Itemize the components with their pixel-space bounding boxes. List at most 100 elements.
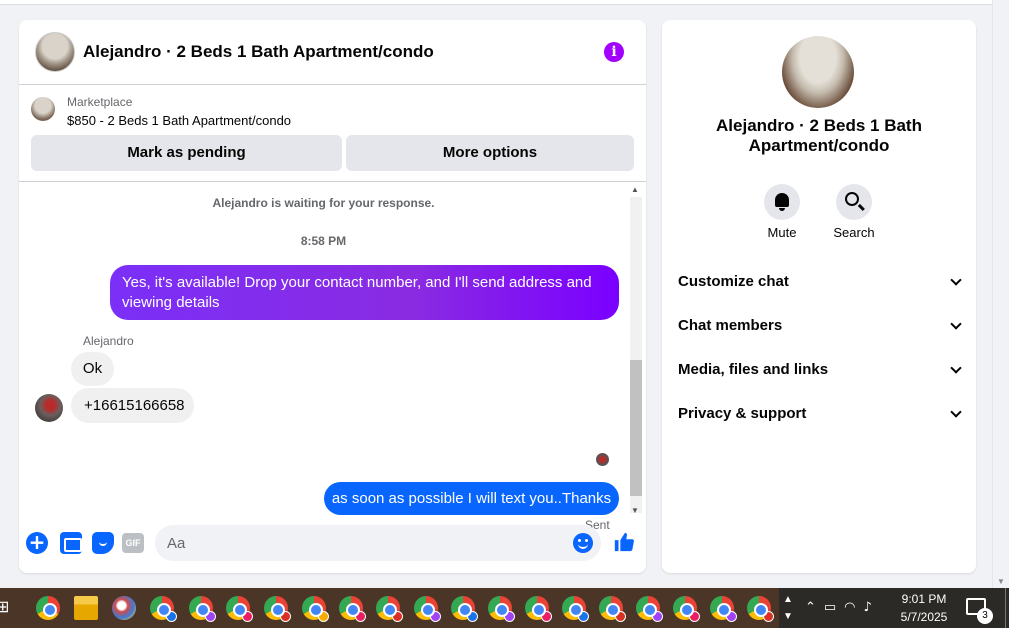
sender-avatar[interactable] bbox=[35, 394, 63, 422]
message-list: Alejandro is waiting for your response. … bbox=[19, 182, 628, 532]
message-input-wrapper bbox=[155, 525, 601, 561]
outgoing-message[interactable]: Yes, it's available! Drop your contact n… bbox=[110, 265, 619, 320]
profile-badge-icon bbox=[318, 611, 329, 622]
chrome-profile-icon[interactable] bbox=[226, 596, 253, 622]
chrome-profile-icon[interactable] bbox=[451, 596, 478, 622]
emoji-icon[interactable] bbox=[573, 533, 593, 553]
plus-icon[interactable]: + bbox=[26, 532, 48, 554]
chrome-profile-icon[interactable] bbox=[488, 596, 515, 622]
marketplace-banner: Marketplace $850 - 2 Beds 1 Bath Apartme… bbox=[19, 85, 646, 182]
contact-avatar[interactable] bbox=[35, 32, 75, 72]
chrome-profile-icon[interactable] bbox=[562, 596, 589, 622]
listing-thumbnail[interactable] bbox=[31, 97, 55, 121]
notification-count-badge: 3 bbox=[977, 608, 993, 624]
privacy-support-section[interactable]: Privacy & support bbox=[678, 402, 962, 426]
profile-badge-icon bbox=[280, 611, 291, 622]
chrome-profile-icon[interactable] bbox=[525, 596, 552, 622]
windows-taskbar: ⊞ ▲ ▼ ⌃▭◠♪ 9:01 PM 5/7/2025 3 bbox=[0, 588, 1009, 628]
section-label: Chat members bbox=[678, 317, 783, 334]
show-desktop-button[interactable] bbox=[1005, 588, 1009, 628]
chat-members-section[interactable]: Chat members bbox=[678, 314, 962, 338]
profile-badge-icon bbox=[541, 611, 552, 622]
photo-icon[interactable] bbox=[60, 532, 82, 554]
chrome-profile-icon[interactable] bbox=[710, 596, 737, 622]
customize-chat-section[interactable]: Customize chat bbox=[678, 270, 962, 294]
outgoing-message[interactable]: as soon as possible I will text you..Tha… bbox=[324, 482, 619, 515]
taskbar-scroll-arrows-icon[interactable]: ▲ ▼ bbox=[783, 591, 793, 625]
scroll-down-arrow-icon[interactable]: ▼ bbox=[631, 506, 639, 515]
chrome-profile-icon[interactable] bbox=[414, 596, 441, 622]
incoming-message[interactable]: +16615166658 bbox=[71, 388, 194, 423]
page-scrollbar[interactable]: ▼ bbox=[992, 0, 1009, 588]
message-scrollbar[interactable]: ▲ ▼ bbox=[628, 185, 642, 515]
profile-badge-icon bbox=[355, 611, 366, 622]
conversation-info-panel: Alejandro · 2 Beds 1 Bath Apartment/cond… bbox=[662, 20, 976, 573]
chat-title[interactable]: Alejandro · 2 Beds 1 Bath Apartment/cond… bbox=[83, 42, 434, 62]
chevron-down-icon bbox=[950, 318, 962, 330]
chrome-profile-icon[interactable] bbox=[599, 596, 626, 622]
mark-as-pending-button[interactable]: Mark as pending bbox=[31, 135, 342, 171]
profile-badge-icon bbox=[689, 611, 700, 622]
section-label: Privacy & support bbox=[678, 405, 807, 422]
scroll-down-arrow-icon[interactable]: ▼ bbox=[997, 577, 1005, 586]
system-tray: ▲ ▼ ⌃▭◠♪ 9:01 PM 5/7/2025 3 bbox=[779, 588, 1009, 628]
chrome-profile-icon[interactable] bbox=[636, 596, 663, 622]
read-receipt-avatar bbox=[596, 453, 609, 466]
profile-badge-icon bbox=[652, 611, 663, 622]
info-icon[interactable]: i bbox=[604, 42, 624, 62]
sticker-icon[interactable] bbox=[92, 532, 114, 554]
chrome-profile-icon[interactable] bbox=[150, 596, 177, 622]
chrome-profile-icon[interactable] bbox=[189, 596, 216, 622]
section-label: Customize chat bbox=[678, 273, 789, 290]
listing-title[interactable]: $850 - 2 Beds 1 Bath Apartment/condo bbox=[67, 113, 291, 128]
section-label: Media, files and links bbox=[678, 361, 829, 378]
chrome-profile-icon[interactable] bbox=[339, 596, 366, 622]
chrome-profile-icon[interactable] bbox=[302, 596, 329, 622]
scroll-up-arrow-icon[interactable]: ▲ bbox=[631, 185, 639, 194]
profile-avatar[interactable] bbox=[782, 36, 854, 108]
profile-badge-icon bbox=[467, 611, 478, 622]
profile-badge-icon bbox=[578, 611, 589, 622]
message-input[interactable] bbox=[155, 525, 535, 561]
chrome-profile-icon[interactable] bbox=[376, 596, 403, 622]
profile-badge-icon bbox=[242, 611, 253, 622]
more-options-button[interactable]: More options bbox=[346, 135, 634, 171]
gif-icon[interactable]: GIF bbox=[122, 533, 144, 553]
chrome-profile-icon[interactable] bbox=[673, 596, 700, 622]
clock-time[interactable]: 9:01 PM bbox=[889, 592, 959, 606]
profile-badge-icon bbox=[430, 611, 441, 622]
clock-date[interactable]: 5/7/2025 bbox=[889, 610, 959, 624]
paint-icon[interactable] bbox=[112, 596, 136, 620]
chevron-down-icon bbox=[950, 274, 962, 286]
profile-badge-icon bbox=[392, 611, 403, 622]
bell-icon bbox=[775, 193, 789, 211]
chrome-icon[interactable] bbox=[36, 596, 60, 620]
profile-badge-icon bbox=[504, 611, 515, 622]
tray-icons[interactable]: ⌃▭◠♪ bbox=[805, 600, 880, 615]
sender-name: Alejandro bbox=[83, 334, 134, 348]
waiting-notice: Alejandro is waiting for your response. bbox=[212, 196, 435, 210]
mute-label: Mute bbox=[767, 225, 797, 240]
chrome-profile-icon[interactable] bbox=[747, 596, 774, 622]
chrome-profile-icon[interactable] bbox=[264, 596, 291, 622]
profile-name: Alejandro · 2 Beds 1 Bath Apartment/cond… bbox=[716, 116, 922, 155]
file-explorer-icon[interactable] bbox=[74, 596, 98, 620]
media-files-links-section[interactable]: Media, files and links bbox=[678, 358, 962, 382]
profile-badge-icon bbox=[726, 611, 737, 622]
search-button[interactable]: Search bbox=[824, 184, 884, 240]
chat-header: Alejandro · 2 Beds 1 Bath Apartment/cond… bbox=[19, 20, 646, 85]
profile-badge-icon bbox=[166, 611, 177, 622]
mute-circle[interactable] bbox=[764, 184, 800, 220]
search-circle[interactable] bbox=[836, 184, 872, 220]
mute-button[interactable]: Mute bbox=[752, 184, 812, 240]
chevron-down-icon bbox=[950, 406, 962, 418]
profile-badge-icon bbox=[205, 611, 216, 622]
search-label: Search bbox=[833, 225, 875, 240]
thumbs-up-icon[interactable] bbox=[613, 531, 635, 553]
message-composer: + GIF bbox=[19, 517, 646, 569]
incoming-message[interactable]: Ok bbox=[71, 352, 114, 386]
profile-badge-icon bbox=[763, 611, 774, 622]
task-view-icon[interactable]: ⊞ bbox=[0, 596, 20, 620]
scrollbar-thumb[interactable] bbox=[630, 360, 642, 496]
message-timestamp: 8:58 PM bbox=[300, 234, 347, 248]
